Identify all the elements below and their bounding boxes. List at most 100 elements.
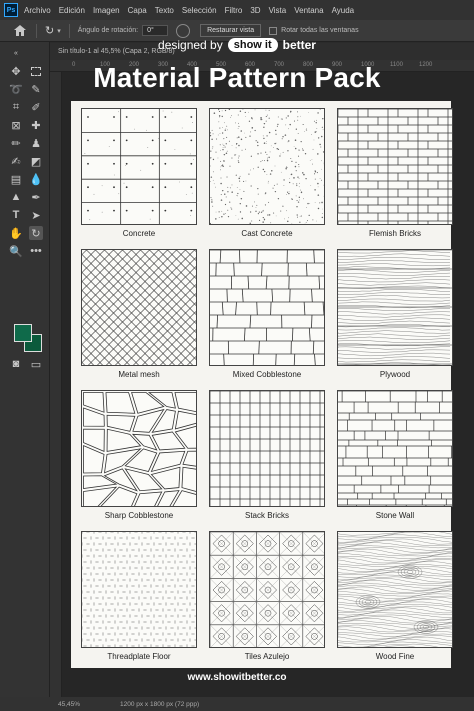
rotate-view-tool-icon[interactable]: ↻ bbox=[29, 226, 43, 240]
healing-brush-tool-icon[interactable]: ✚ bbox=[29, 118, 43, 132]
pattern-swatch-graphic bbox=[82, 250, 196, 365]
dodge-tool-icon[interactable]: ▲ bbox=[9, 190, 23, 204]
pattern-label: Concrete bbox=[122, 229, 156, 238]
pattern-swatch-stack bbox=[209, 390, 325, 507]
zoom-tool-icon[interactable]: 🔍 bbox=[9, 244, 23, 258]
menu-ayuda[interactable]: Ayuda bbox=[332, 6, 355, 15]
quick-mask-icon[interactable]: ◙ bbox=[9, 357, 23, 371]
menu-3d[interactable]: 3D bbox=[250, 6, 260, 15]
history-brush-tool-icon[interactable]: ✍ bbox=[9, 154, 23, 168]
pattern-card: Threadplate Floor bbox=[81, 531, 197, 672]
foreground-color-swatch[interactable] bbox=[14, 324, 32, 342]
menu-filtro[interactable]: Filtro bbox=[225, 6, 243, 15]
pattern-label: Threadplate Floor bbox=[107, 652, 171, 661]
divider bbox=[36, 23, 37, 38]
pattern-swatch-stonewall bbox=[337, 390, 453, 507]
pattern-swatch-graphic bbox=[338, 250, 452, 365]
chevron-down-icon[interactable]: ▾ bbox=[57, 27, 61, 35]
pattern-card: Concrete bbox=[81, 108, 197, 249]
designer-credit: designed by show it better bbox=[0, 38, 474, 52]
rotate-view-tool-icon[interactable]: ↻ bbox=[45, 24, 54, 37]
pattern-swatch-graphic bbox=[82, 532, 196, 647]
eyedropper-tool-icon[interactable]: ✐ bbox=[29, 100, 43, 114]
pattern-card: Metal mesh bbox=[81, 249, 197, 390]
pattern-label: Cast Concrete bbox=[241, 229, 293, 238]
pattern-swatch-graphic bbox=[82, 109, 196, 224]
pattern-swatch-cast bbox=[209, 108, 325, 225]
brand-logo-tail: better bbox=[282, 38, 316, 52]
pattern-card: Mixed Cobblestone bbox=[209, 249, 325, 390]
menu-imagen[interactable]: Imagen bbox=[93, 6, 120, 15]
pattern-swatch-concrete bbox=[81, 108, 197, 225]
pattern-swatch-flemish bbox=[337, 108, 453, 225]
rotation-angle-input[interactable]: 0° bbox=[142, 25, 169, 36]
pattern-label: Metal mesh bbox=[118, 370, 160, 379]
page-title: Material Pattern Pack bbox=[93, 62, 381, 93]
pattern-label: Stone Wall bbox=[375, 511, 415, 520]
more-tools-icon[interactable]: ••• bbox=[29, 244, 43, 258]
tools-panel: « ✥ ➰ ✎ ⌗ ✐ ⊠ ✚ ✏ ♟ ✍ ◩ ▤ 💧 ▲ ✒ T ➤ ✋ ↻ … bbox=[0, 42, 50, 697]
menu-vista[interactable]: Vista bbox=[269, 6, 287, 15]
menu-capa[interactable]: Capa bbox=[128, 6, 147, 15]
pattern-swatch-woodfine bbox=[337, 531, 453, 648]
eraser-tool-icon[interactable]: ◩ bbox=[29, 154, 43, 168]
crop-tool-icon[interactable]: ⌗ bbox=[9, 100, 23, 114]
pattern-swatch-graphic bbox=[210, 250, 324, 365]
pattern-sheet: Concrete Cast Concrete Flemish Bricks Metal… bbox=[71, 101, 453, 668]
brand-logo-pill: show it bbox=[227, 38, 278, 52]
photoshop-logo-icon: Ps bbox=[4, 3, 18, 17]
pen-tool-icon[interactable]: ✒ bbox=[29, 190, 43, 204]
menu-archivo[interactable]: Archivo bbox=[24, 6, 51, 15]
website-url: www.showitbetter.co bbox=[187, 672, 287, 683]
divider bbox=[68, 23, 70, 38]
pattern-card: Stack Bricks bbox=[209, 390, 325, 531]
pattern-swatch-graphic bbox=[210, 109, 324, 224]
type-tool-icon[interactable]: T bbox=[9, 208, 23, 222]
pattern-swatch-mixedcobble bbox=[209, 249, 325, 366]
pattern-swatch-graphic bbox=[210, 391, 324, 506]
pattern-swatch-azulejo bbox=[209, 531, 325, 648]
home-icon[interactable] bbox=[12, 24, 28, 38]
status-bar: 45,45% 1200 px x 1800 px (72 ppp) bbox=[0, 697, 474, 711]
pattern-card: Stone Wall bbox=[337, 390, 453, 531]
vertical-ruler bbox=[50, 72, 62, 697]
pattern-card: Cast Concrete bbox=[209, 108, 325, 249]
menu-texto[interactable]: Texto bbox=[155, 6, 174, 15]
brush-tool-icon[interactable]: ✏ bbox=[9, 136, 23, 150]
frame-tool-icon[interactable]: ⊠ bbox=[9, 118, 23, 132]
pattern-grid: Concrete Cast Concrete Flemish Bricks Metal… bbox=[81, 108, 453, 672]
pattern-label: Plywood bbox=[379, 370, 411, 379]
pattern-label: Tiles Azulejo bbox=[244, 652, 290, 661]
hand-tool-icon[interactable]: ✋ bbox=[9, 226, 23, 240]
rotate-all-windows-label: Rotar todas las ventanas bbox=[281, 27, 359, 34]
rotation-dial[interactable] bbox=[176, 23, 191, 38]
pattern-card: Sharp Cobblestone bbox=[81, 390, 197, 531]
menu-edicion[interactable]: Edición bbox=[59, 6, 85, 15]
pattern-card: Plywood bbox=[337, 249, 453, 390]
screen-mode-icon[interactable]: ▭ bbox=[29, 357, 43, 371]
pattern-card: Wood Fine bbox=[337, 531, 453, 672]
designed-by-text: designed by bbox=[158, 38, 223, 52]
gradient-tool-icon[interactable]: ▤ bbox=[9, 172, 23, 186]
pattern-label: Stack Bricks bbox=[244, 511, 289, 520]
blur-tool-icon[interactable]: 💧 bbox=[29, 172, 43, 186]
pattern-card: Flemish Bricks bbox=[337, 108, 453, 249]
pattern-swatch-graphic bbox=[338, 109, 452, 224]
rotation-angle-label: Ángulo de rotación: bbox=[77, 27, 139, 34]
reset-view-button[interactable]: Restaurar vista bbox=[200, 24, 262, 37]
menu-seleccion[interactable]: Selección bbox=[182, 6, 217, 15]
menu-ventana[interactable]: Ventana bbox=[294, 6, 323, 15]
pattern-swatch-mesh bbox=[81, 249, 197, 366]
rotate-all-windows-checkbox[interactable] bbox=[269, 26, 278, 35]
pattern-card: Tiles Azulejo bbox=[209, 531, 325, 672]
pattern-label: Sharp Cobblestone bbox=[104, 511, 174, 520]
document-dimensions: 1200 px x 1800 px (72 ppp) bbox=[120, 700, 200, 708]
pattern-swatch-graphic bbox=[83, 392, 196, 506]
clone-stamp-tool-icon[interactable]: ♟ bbox=[29, 136, 43, 150]
zoom-level[interactable]: 45,45% bbox=[58, 701, 98, 708]
pattern-label: Flemish Bricks bbox=[368, 229, 421, 238]
pattern-swatch-sharpcobble bbox=[81, 390, 197, 507]
path-selection-tool-icon[interactable]: ➤ bbox=[29, 208, 43, 222]
pattern-swatch-plywood bbox=[337, 249, 453, 366]
pattern-swatch-graphic bbox=[338, 532, 452, 647]
